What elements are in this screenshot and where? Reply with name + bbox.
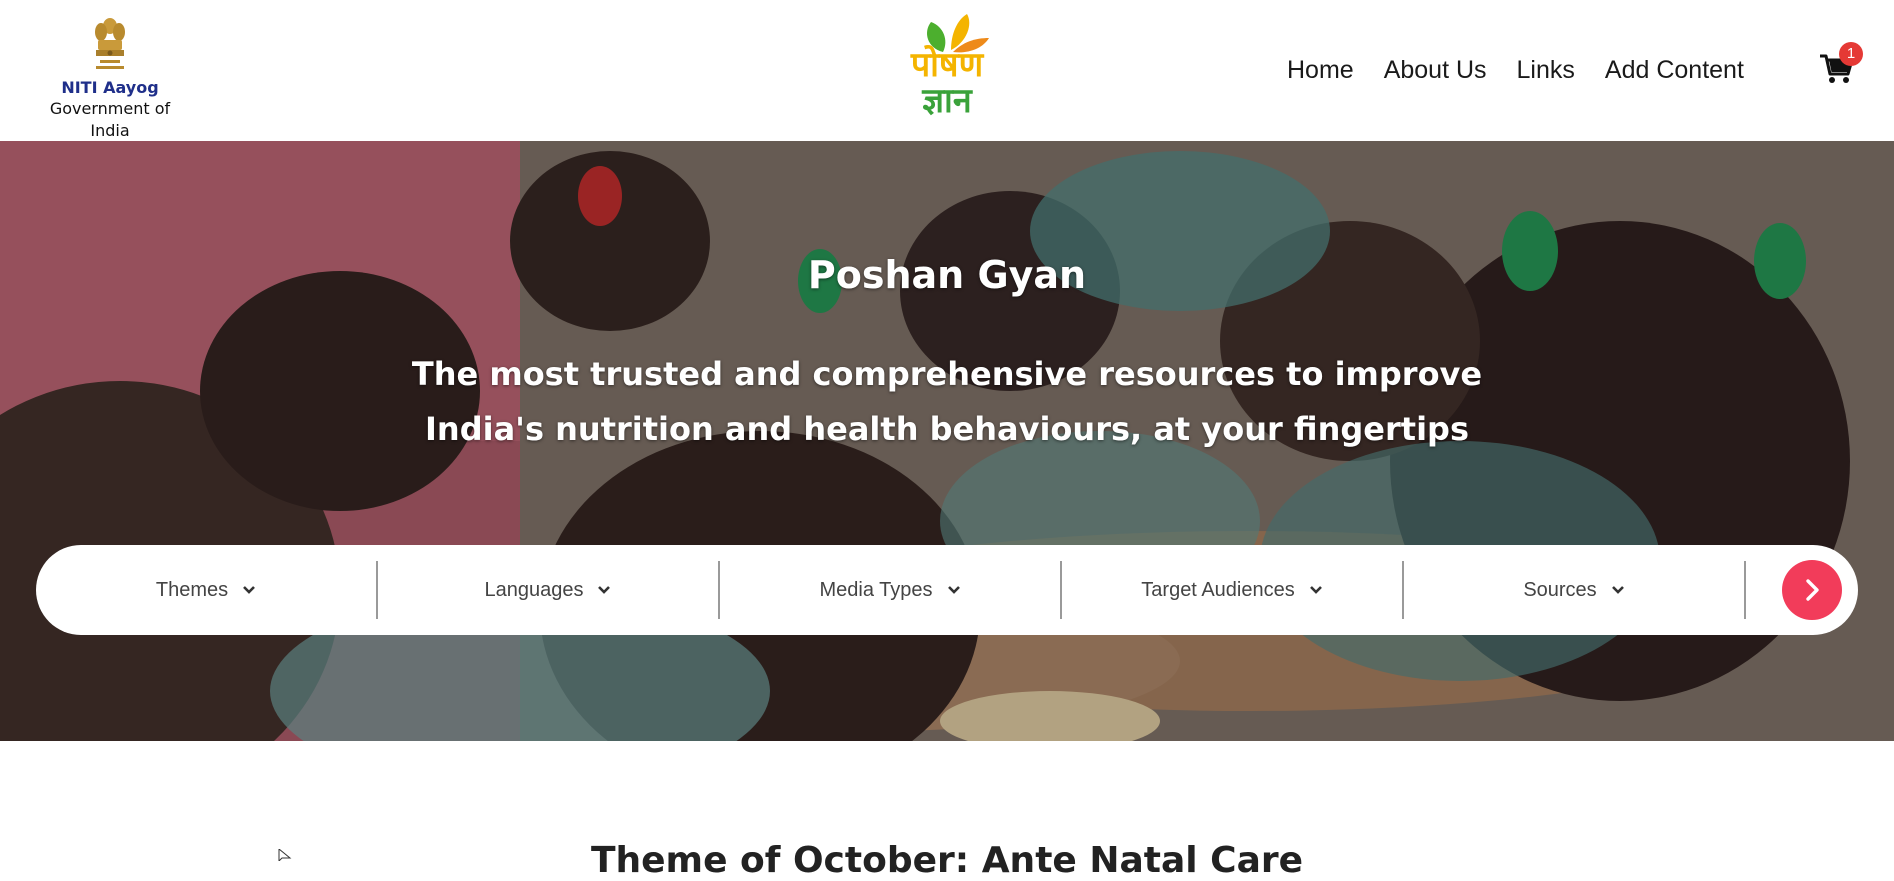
filter-sources[interactable]: Sources <box>1404 561 1746 619</box>
filter-languages[interactable]: Languages <box>378 561 720 619</box>
filter-themes[interactable]: Themes <box>36 561 378 619</box>
chevron-down-icon <box>1309 586 1322 594</box>
filter-target-audiences-label: Target Audiences <box>1141 578 1295 601</box>
cart-count-badge: 1 <box>1839 42 1863 66</box>
filter-languages-label: Languages <box>484 578 584 601</box>
logo-word-poshan: पोषण <box>910 45 984 85</box>
site-header: NITI Aayog Government of India पोषण ज्ञा… <box>0 0 1894 141</box>
mouse-cursor-icon <box>278 849 292 861</box>
niti-aayog-logo[interactable]: NITI Aayog Government of India <box>30 14 190 142</box>
niti-name: NITI Aayog <box>61 78 159 97</box>
filter-sources-label: Sources <box>1523 578 1597 601</box>
poshan-gyan-logo[interactable]: पोषण ज्ञान <box>895 12 999 122</box>
hero-title: Poshan Gyan <box>807 253 1087 297</box>
chevron-down-icon <box>947 586 960 594</box>
nav-about-us[interactable]: About Us <box>1384 56 1487 85</box>
filter-target-audiences[interactable]: Target Audiences <box>1062 561 1404 619</box>
nav-links[interactable]: Links <box>1517 56 1575 85</box>
government-of-india-label: Government of India <box>49 99 171 140</box>
hero-subtitle: The most trusted and comprehensive resou… <box>397 347 1497 457</box>
main-nav: Home About Us Links Add Content <box>1287 50 1774 90</box>
filter-media-types-label: Media Types <box>819 578 933 601</box>
filter-themes-label: Themes <box>155 578 229 601</box>
nav-add-content[interactable]: Add Content <box>1605 56 1744 85</box>
hero-subtitle-line-2: India's nutrition and health behaviours,… <box>425 410 1469 448</box>
filter-bar: Themes Languages Media Types Target Audi… <box>36 545 1858 635</box>
search-go-button[interactable] <box>1782 560 1842 620</box>
chevron-down-icon <box>598 586 611 594</box>
state-emblem-icon <box>95 18 125 69</box>
nav-home[interactable]: Home <box>1287 56 1354 85</box>
chevron-down-icon <box>1611 586 1624 594</box>
hero-subtitle-line-1: The most trusted and comprehensive resou… <box>411 355 1483 393</box>
chevron-down-icon <box>243 586 256 594</box>
hero-banner: Poshan Gyan The most trusted and compreh… <box>0 141 1894 741</box>
chevron-right-icon <box>1806 579 1819 601</box>
logo-word-gyan: ज्ञान <box>922 81 972 121</box>
filter-media-types[interactable]: Media Types <box>720 561 1062 619</box>
